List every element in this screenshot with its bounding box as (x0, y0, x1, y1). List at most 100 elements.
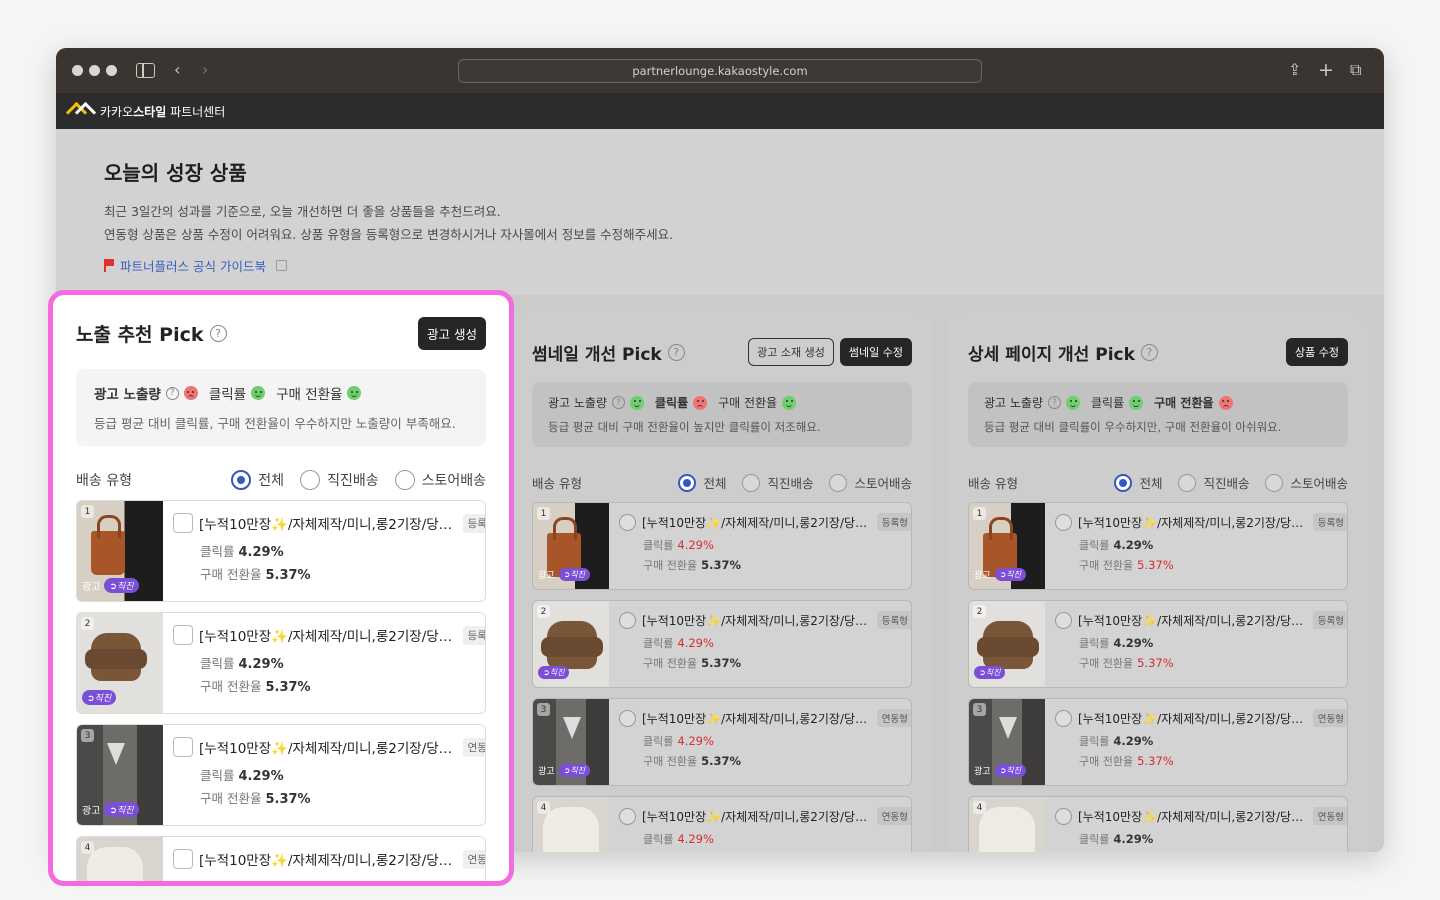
ctr-value: 4.29% (677, 734, 714, 748)
product-row[interactable]: 3 광고➲직진 [누적10만장✨/자체제작/미니,롱2기장/당일발송 연동형클릭률4.… (968, 698, 1348, 786)
radio-icon[interactable] (678, 473, 697, 492)
product-checkbox[interactable] (173, 737, 193, 757)
shipping-option[interactable]: 스토어배송 (1265, 473, 1348, 492)
cvr-line: 구매 전환율 5.37% (1079, 558, 1174, 572)
tabs-overview-icon[interactable]: ⧉ (1350, 61, 1361, 79)
product-row[interactable]: 1 광고➲직진 [누적10만장✨/자체제작/미니,롱2기장/당일발송 등록형클릭률4.… (76, 500, 486, 602)
panel-action-button[interactable]: 썸네일 수정 (839, 338, 912, 366)
new-tab-icon[interactable]: + (1318, 61, 1334, 80)
smile-face-icon (630, 395, 645, 410)
back-icon[interactable]: ‹ (174, 61, 180, 79)
metric-label: 구매 전환율 (276, 387, 343, 403)
help-icon[interactable]: ? (667, 343, 685, 361)
product-checkbox[interactable] (173, 849, 193, 869)
product-thumbnail[interactable]: 3 광고 ➲직진 (969, 699, 1045, 785)
exposure-pick-panel-highlighted: 노출 추천 Pick? 광고 생성 광고 노출량? 클릭률 구매 전환율 등급 평균 대비… (48, 290, 514, 886)
product-thumbnail[interactable]: 2 ➲직진 (969, 601, 1045, 687)
ctr-line: 클릭률 4.29% (643, 538, 714, 552)
product-checkbox[interactable] (1055, 807, 1072, 825)
radio-icon[interactable] (829, 473, 848, 492)
forward-icon[interactable]: › (202, 61, 208, 79)
radio-icon[interactable] (1265, 473, 1284, 492)
product-checkbox[interactable] (619, 611, 636, 629)
metric-description: 등급 평균 대비 클릭률이 우수하지만, 구매 전환율이 아쉬워요. (984, 420, 1282, 434)
cvr-value: 5.37% (265, 568, 311, 583)
product-thumbnail[interactable]: 1 광고 ➲직진 (969, 503, 1045, 589)
product-checkbox[interactable] (1055, 513, 1072, 531)
shipping-filter: 배송 유형 전체 직진배송 스토어배송 (532, 473, 912, 492)
product-row[interactable]: 1 광고➲직진 [누적10만장✨/자체제작/미니,롱2기장/당일발송 등록형클릭률4.… (968, 502, 1348, 590)
product-checkbox[interactable] (173, 513, 193, 533)
product-row[interactable]: 3 광고➲직진 [누적10만장✨/자체제작/미니,롱2기장/당일발송 연동형클릭률4.… (76, 724, 486, 826)
product-checkbox[interactable] (1055, 709, 1072, 727)
radio-icon[interactable] (1178, 473, 1197, 492)
panel-action-button[interactable]: 광고 생성 (418, 316, 486, 350)
shipping-option[interactable]: 전체 (231, 470, 284, 490)
panel-header: 썸네일 개선 Pick? 광고 소재 생성 썸네일 수정 (532, 336, 912, 368)
product-checkbox[interactable] (1055, 611, 1072, 629)
product-thumbnail[interactable]: 3 광고 ➲직진 (77, 725, 163, 825)
cvr-line: 구매 전환율 5.37% (200, 791, 311, 807)
product-thumbnail[interactable]: 1 광고 ➲직진 (77, 501, 163, 601)
radio-icon[interactable] (231, 470, 252, 490)
metric-label: 구매 전환율 (1154, 396, 1214, 410)
help-icon[interactable]: ? (209, 324, 227, 342)
cvr-line: 구매 전환율 5.37% (643, 656, 742, 670)
window-controls[interactable] (72, 65, 117, 76)
shipping-option[interactable]: 스토어배송 (394, 470, 486, 490)
guidebook-link[interactable]: 파트너플러스 공식 가이드북 (104, 256, 1336, 275)
ad-tag: 광고 (974, 571, 991, 581)
product-checkbox[interactable] (619, 513, 636, 531)
rank-badge: 1 (973, 507, 986, 520)
share-icon[interactable]: ⇪ (1288, 61, 1301, 79)
shipping-option[interactable]: 전체 (678, 473, 726, 492)
panel-action-button[interactable]: 상품 수정 (1286, 338, 1348, 366)
product-checkbox[interactable] (619, 807, 636, 825)
product-checkbox[interactable] (619, 709, 636, 727)
product-thumbnail[interactable]: 2 ➲직진 (533, 601, 609, 687)
product-checkbox[interactable] (173, 625, 193, 645)
shipping-option[interactable]: 전체 (1114, 473, 1162, 492)
product-row[interactable]: 4 [누적10만장✨/자체제작/미니,롱2기장/당일발송 연동형 (76, 836, 486, 881)
address-bar[interactable]: partnerlounge.kakaostyle.com (458, 59, 982, 83)
direct-delivery-badge: ➲직진 (558, 764, 590, 777)
help-icon[interactable]: ? (165, 386, 179, 400)
ad-tag: 광고 (82, 806, 101, 817)
help-icon[interactable]: ? (1048, 396, 1062, 409)
ctr-value: 4.29% (677, 832, 714, 846)
product-row[interactable]: 3 광고➲직진 [누적10만장✨/자체제작/미니,롱2기장/당일발송 연동형클릭률4.… (532, 698, 912, 786)
product-thumbnail[interactable]: 4 (533, 797, 609, 852)
rank-badge: 1 (81, 505, 94, 518)
product-row[interactable]: 4 [누적10만장✨/자체제작/미니,롱2기장/당일발송 연동형클릭률4.29% (968, 796, 1348, 852)
product-title: [누적10만장✨/자체제작/미니,롱2기장/당일발송 (199, 517, 457, 533)
direct-delivery-badge: ➲직진 (994, 568, 1026, 581)
product-type-badge: 등록형 (1312, 611, 1347, 629)
product-thumbnail[interactable]: 3 광고 ➲직진 (533, 699, 609, 785)
product-thumbnail[interactable]: 1 광고 ➲직진 (533, 503, 609, 589)
product-type-badge: 연동형 (1312, 709, 1347, 727)
radio-icon[interactable] (300, 470, 321, 490)
direct-delivery-badge: ➲직진 (994, 764, 1026, 777)
shipping-option[interactable]: 직진배송 (1178, 473, 1249, 492)
product-title: [누적10만장✨/자체제작/미니,롱2기장/당일발송 (642, 809, 871, 824)
shipping-option[interactable]: 직진배송 (300, 470, 379, 490)
radio-icon[interactable] (1114, 473, 1133, 492)
sidebar-toggle-icon[interactable] (136, 63, 155, 78)
product-thumbnail[interactable]: 4 (969, 797, 1045, 852)
product-row[interactable]: 4 [누적10만장✨/자체제작/미니,롱2기장/당일발송 연동형클릭률4.29% (532, 796, 912, 852)
help-icon[interactable]: ? (612, 396, 626, 409)
product-row[interactable]: 2 ➲직진 [누적10만장✨/자체제작/미니,롱2기장/당일발송 등록형클릭률4.29… (532, 600, 912, 688)
shipping-option[interactable]: 스토어배송 (829, 473, 912, 492)
product-row[interactable]: 2 ➲직진 [누적10만장✨/자체제작/미니,롱2기장/당일발송 등록형클릭률4.29… (76, 612, 486, 714)
panel-action-button[interactable]: 광고 소재 생성 (748, 338, 834, 366)
product-row[interactable]: 1 광고➲직진 [누적10만장✨/자체제작/미니,롱2기장/당일발송 등록형클릭률4.… (532, 502, 912, 590)
product-row[interactable]: 2 ➲직진 [누적10만장✨/자체제작/미니,롱2기장/당일발송 등록형클릭률4.29… (968, 600, 1348, 688)
product-thumbnail[interactable]: 2 ➲직진 (77, 613, 163, 713)
help-icon[interactable]: ? (1140, 343, 1158, 361)
product-type-badge: 연동형 (462, 849, 485, 869)
shipping-option[interactable]: 직진배송 (742, 473, 813, 492)
rank-badge: 1 (537, 507, 550, 520)
radio-icon[interactable] (742, 473, 761, 492)
radio-icon[interactable] (394, 470, 415, 490)
product-thumbnail[interactable]: 4 (77, 837, 163, 881)
